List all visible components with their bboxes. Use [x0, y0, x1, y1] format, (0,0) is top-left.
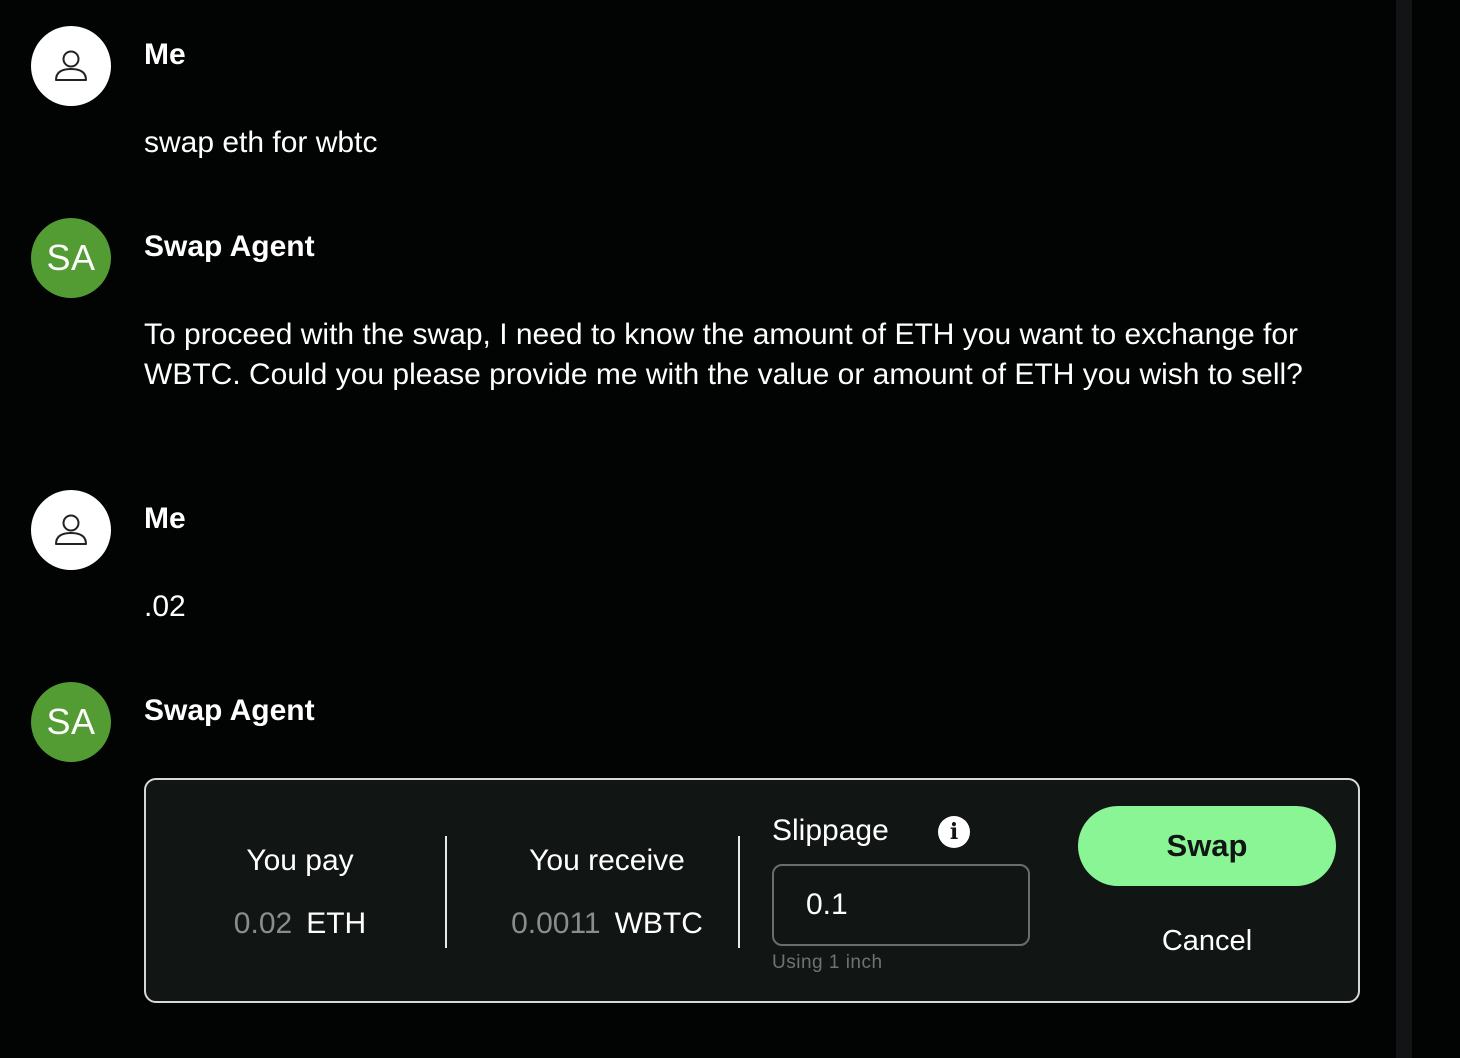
message-sender: Swap Agent	[144, 694, 315, 727]
user-avatar	[31, 26, 111, 106]
person-icon	[55, 514, 87, 545]
chat-thread: Me swap eth for wbtc SA Swap Agent To pr…	[0, 0, 1396, 1058]
receive-label: You receive	[529, 844, 685, 877]
scrollbar[interactable]	[1396, 0, 1412, 1058]
message-text: To proceed with the swap, I need to know…	[144, 318, 1303, 391]
message-sender: Swap Agent	[144, 230, 315, 263]
receive-token: WBTC	[614, 907, 703, 940]
pay-token: ETH	[306, 907, 367, 940]
user-avatar	[31, 490, 111, 570]
pay-label: You pay	[246, 844, 354, 877]
cancel-button[interactable]: Cancel	[1078, 916, 1336, 966]
aggregator-note: Using 1 inch	[772, 952, 883, 973]
message-sender: Me	[144, 38, 186, 71]
pay-amount: 0.02	[233, 907, 293, 940]
slippage-input[interactable]	[772, 864, 1030, 946]
pay-amount-row: 0.02 ETH	[180, 907, 420, 941]
message-sender: Me	[144, 502, 186, 535]
divider	[445, 836, 447, 948]
message-text: .02	[144, 590, 186, 623]
agent-avatar: SA	[31, 682, 111, 762]
message-text: swap eth for wbtc	[144, 126, 378, 159]
divider	[738, 836, 740, 948]
agent-avatar: SA	[31, 218, 111, 298]
swap-button[interactable]: Swap	[1078, 806, 1336, 886]
receive-amount-row: 0.0011 WBTC	[482, 907, 732, 941]
info-icon[interactable]: i	[938, 816, 970, 848]
swap-widget: You pay 0.02 ETH You receive 0.0011 WBTC S…	[144, 778, 1360, 1003]
receive-amount: 0.0011	[511, 907, 601, 940]
slippage-label: Slippage	[772, 814, 889, 847]
person-icon	[55, 50, 87, 81]
